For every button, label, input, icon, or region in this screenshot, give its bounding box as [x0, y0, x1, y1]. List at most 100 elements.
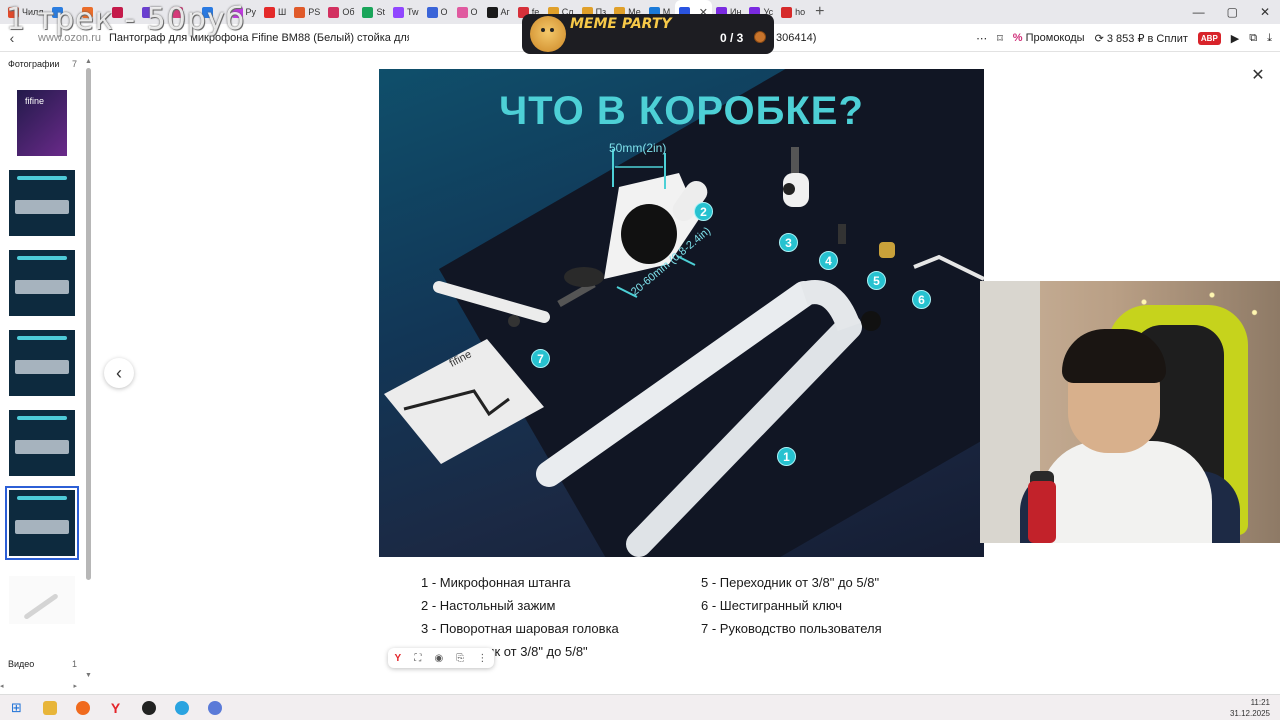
close-viewer-button[interactable]: ✕ [1247, 64, 1269, 86]
browser-tab[interactable]: Аг [483, 0, 514, 24]
thumbnail-4[interactable] [9, 330, 75, 396]
tab-label: PS [308, 7, 321, 17]
tab-label: Ру [245, 7, 257, 17]
browser-tab[interactable]: ho [777, 0, 809, 24]
thumbnail-6[interactable] [5, 486, 79, 560]
tab-favicon-icon [392, 6, 404, 18]
browser-tab[interactable]: Tw [389, 0, 423, 24]
callout-3: 3 [779, 233, 798, 252]
thumbnail-1[interactable]: fifine [17, 90, 67, 156]
copy-icon[interactable]: ⎘ [456, 653, 464, 664]
scroll-up-icon[interactable]: ▲ [85, 58, 92, 65]
thumbnail-7[interactable] [9, 576, 75, 624]
caption-item-1: 1 - Микрофонная штанга [421, 575, 571, 590]
taskbar-app[interactable] [198, 695, 231, 720]
tab-favicon-icon [294, 6, 306, 18]
tab-favicon-icon [328, 6, 340, 18]
hex-key [913, 254, 984, 281]
caption-item-5: 5 - Переходник от 3/8" до 5/8" [701, 575, 880, 590]
previous-image-button[interactable]: ‹ [104, 358, 134, 388]
ball-head [783, 147, 809, 207]
taskbar-obs[interactable] [132, 695, 165, 720]
webcam-microphone [1028, 481, 1056, 543]
extensions-icon[interactable]: ⧉ [1249, 32, 1257, 45]
close-window-icon[interactable]: ✕ [1260, 5, 1270, 19]
chevron-left-icon: ‹ [116, 362, 122, 383]
browser-tab[interactable]: О [453, 0, 483, 24]
browser-tab[interactable]: Об [324, 0, 358, 24]
caption-item-7: 7 - Руководство пользователя [701, 621, 882, 636]
bookmark-icon[interactable]: ⌑ [997, 32, 1003, 45]
thumbnail-heading-bar [17, 336, 67, 340]
thumbnail-5[interactable] [9, 410, 75, 476]
dimension-top-label: 50mm(2in) [609, 141, 667, 155]
media-icon[interactable]: ▶ [1231, 32, 1239, 45]
browser-tab[interactable]: St [358, 0, 389, 24]
app-icon [207, 700, 222, 715]
new-tab-icon[interactable]: + [815, 3, 824, 21]
desk-clamp [433, 173, 708, 327]
download-icon[interactable]: ⤓ [1267, 32, 1272, 45]
browser-tab[interactable]: О [423, 0, 453, 24]
caption-item-3: 3 - Поворотная шаровая головка [421, 621, 619, 636]
taskbar-telegram[interactable] [165, 695, 198, 720]
screw [838, 224, 846, 244]
caption-item-6: 6 - Шестигранный ключ [701, 598, 843, 613]
yandex-search-icon[interactable]: Y [395, 653, 402, 664]
thumbnail-2[interactable] [9, 170, 75, 236]
tab-favicon-icon [486, 6, 498, 18]
maximize-icon[interactable]: ▢ [1227, 5, 1238, 19]
telegram-icon [174, 700, 189, 715]
horizontal-scrollbar[interactable]: ◂ ▸ [0, 682, 92, 692]
browser-tab[interactable]: Ш [260, 0, 290, 24]
yandex-browser-icon: Y [110, 699, 121, 716]
thumbnail-3[interactable] [9, 250, 75, 316]
folder-icon [42, 700, 57, 715]
callout-6: 6 [912, 290, 931, 309]
thumbnail-heading-bar [17, 416, 67, 420]
thumbnail-heading-bar [17, 176, 67, 180]
meme-party-widget[interactable]: MEME PARTY 0 / 3 [522, 14, 774, 54]
split-button[interactable]: ⟳ 3 853 ₽ в Сплит [1095, 32, 1188, 45]
caption-item-4-partial: ник от 3/8" до 5/8" [480, 644, 588, 659]
meme-party-progress: 0 / 3 [720, 31, 744, 45]
promo-label: Промокоды [1025, 32, 1085, 44]
promo-button[interactable]: % Промокоды [1013, 32, 1085, 44]
minimize-icon[interactable]: — [1193, 5, 1205, 19]
taskbar-firefox[interactable] [66, 695, 99, 720]
tab-label: Об [342, 7, 355, 17]
tab-label: ho [795, 7, 806, 17]
taskbar-yandex[interactable]: Y [99, 695, 132, 720]
tab-favicon-icon [362, 6, 374, 18]
callout-7: 7 [531, 349, 550, 368]
boom-arm [536, 280, 881, 557]
more-vertical-icon[interactable]: ⋮ [477, 653, 487, 664]
url-tail[interactable]: 306414) [776, 32, 816, 44]
percent-icon: % [1012, 32, 1023, 44]
product-illustration [384, 147, 984, 557]
eye-icon[interactable]: ◉ [434, 653, 443, 664]
video-label: Видео [8, 659, 35, 669]
translate-icon[interactable]: ⛶ [414, 653, 421, 664]
windows-icon: ⊞ [11, 699, 22, 715]
split-label: 3 853 ₽ в Сплит [1106, 32, 1188, 45]
scroll-down-icon[interactable]: ▼ [85, 672, 92, 679]
tab-favicon-icon [264, 6, 276, 18]
adblock-icon[interactable]: ABP [1197, 31, 1221, 45]
sidebar-scrollbar[interactable] [86, 68, 91, 580]
tab-label: St [376, 7, 385, 17]
callout-4: 4 [819, 251, 838, 270]
taskbar-explorer[interactable] [33, 695, 66, 720]
tab-label: О [440, 7, 448, 17]
window-controls: — ▢ ✕ [1193, 0, 1270, 24]
product-image: ЧТО В КОРОБКЕ? 50mm(2in) 20-60mm (0.8-2.… [379, 69, 984, 557]
taskbar-clock[interactable]: 11:21 31.12.2025 [1230, 697, 1270, 719]
start-button[interactable]: ⊞ [0, 695, 33, 720]
doge-icon [530, 16, 566, 52]
more-icon[interactable]: ⋯ [976, 32, 987, 45]
mic-arm-icon [23, 592, 59, 621]
browser-tab[interactable]: PS [290, 0, 324, 24]
thumbnail-brand: fifine [25, 96, 45, 106]
video-count: 1 [72, 659, 78, 669]
selection-toolbar: Y ⛶ ◉ ⎘ ⋮ [388, 648, 494, 668]
